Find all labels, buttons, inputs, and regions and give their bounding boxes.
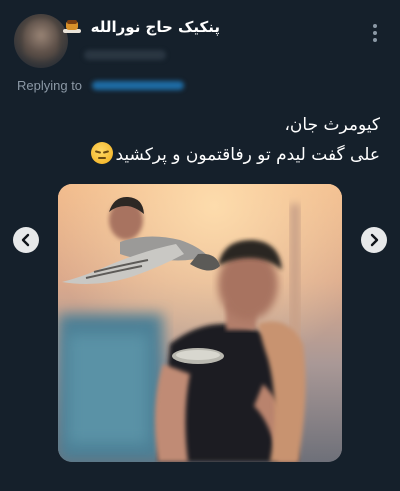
- author-name-text: پنکیک حاج نورالله: [90, 18, 220, 36]
- more-options-icon[interactable]: [372, 24, 378, 42]
- pancakes-emoji: [63, 19, 82, 33]
- chevron-right-icon: [370, 233, 379, 247]
- photo-illustration: [58, 184, 342, 462]
- tweet-card[interactable]: پنکیک حاج نورالله Replying to کیومرث جان…: [0, 0, 400, 491]
- carousel-next-button[interactable]: [361, 227, 387, 253]
- author-handle-redacted: [84, 50, 166, 60]
- avatar[interactable]: [14, 14, 68, 68]
- tweet-text: کیومرث جان، علی گفت لیدم تو رفاقتمون و پ…: [20, 110, 380, 170]
- chevron-left-icon: [21, 233, 30, 247]
- carousel-prev-button[interactable]: [13, 227, 39, 253]
- author-display-name[interactable]: پنکیک حاج نورالله: [63, 18, 220, 36]
- pensive-face-emoji: [91, 142, 114, 164]
- tweet-text-line-1: کیومرث جان،: [284, 115, 380, 135]
- tweet-photo[interactable]: [58, 184, 342, 462]
- tweet-text-line-2-text: علی گفت لیدم تو رفاقتمون و پرکشید: [115, 145, 380, 165]
- replying-to-label: Replying to: [17, 78, 83, 93]
- replying-to-handle-redacted[interactable]: [92, 81, 184, 90]
- tweet-text-line-2: علی گفت لیدم تو رفاقتمون و پرکشید: [20, 140, 380, 170]
